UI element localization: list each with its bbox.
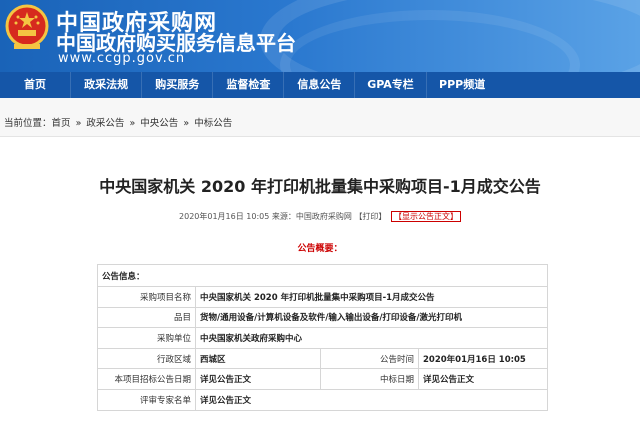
cell-label-publish-time: 公告时间 — [320, 347, 419, 370]
national-emblem-icon — [5, 4, 49, 49]
cell-value-purchaser: 中央国家机关政府采购中心 — [195, 327, 548, 349]
cell-label-category: 品目 — [97, 306, 196, 329]
table-row: 公告信息： — [97, 264, 548, 287]
cell-value-region: 西城区 — [195, 347, 321, 370]
nav-item-gpa[interactable]: GPA专栏 — [355, 72, 427, 98]
cell-value-bid-notice-date: 详见公告正文 — [195, 368, 321, 390]
nav-item-ppp[interactable]: PPP频道 — [427, 72, 498, 98]
cell-value-experts: 详见公告正文 — [195, 388, 548, 411]
main-nav: 首页 政采法规 购买服务 监督检查 信息公告 GPA专栏 PPP频道 — [0, 72, 640, 98]
cell-value-award-date: 详见公告正文 — [418, 368, 548, 390]
cell-label-project-name: 采购项目名称 — [97, 286, 196, 308]
article-content: 中央国家机关 2020 年打印机批量集中采购项目-1月成交公告 2020年01月… — [0, 136, 640, 422]
nav-item-home[interactable]: 首页 — [0, 72, 72, 98]
breadcrumb-separator: » — [75, 118, 82, 129]
cell-value-publish-time: 2020年01月16日 10:05 — [418, 347, 548, 370]
nav-item-supervision[interactable]: 监督检查 — [213, 72, 285, 98]
table-row: 本项目招标公告日期 详见公告正文 中标日期 详见公告正文 — [97, 368, 548, 390]
table-header: 公告信息： — [97, 264, 548, 287]
announcement-info-table: 公告信息： 采购项目名称 中央国家机关 2020 年打印机批量集中采购项目-1月… — [97, 264, 548, 411]
table-row: 品目 货物/通用设备/计算机设备及软件/输入输出设备/打印设备/激光打印机 — [97, 306, 548, 329]
cell-value-project-name: 中央国家机关 2020 年打印机批量集中采购项目-1月成交公告 — [195, 286, 548, 308]
site-header: 中国政府采购网 中国政府购买服务信息平台 www.ccgp.gov.cn — [0, 0, 640, 72]
article-meta: 2020年01月16日 10:05 来源：中国政府采购网 【打印】 【显示公告正… — [0, 211, 640, 222]
nav-item-regulations[interactable]: 政采法规 — [71, 72, 143, 98]
breadcrumb-item-central[interactable]: 中央公告 — [140, 118, 178, 129]
table-row: 采购单位 中央国家机关政府采购中心 — [97, 327, 548, 349]
breadcrumb-prefix: 当前位置： — [4, 118, 52, 129]
article-title: 中央国家机关 2020 年打印机批量集中采购项目-1月成交公告 — [99, 177, 541, 196]
show-announcement-button[interactable]: 【显示公告正文】 — [390, 211, 461, 222]
table-row: 行政区域 西城区 公告时间 2020年01月16日 10:05 — [97, 347, 548, 370]
breadcrumb-item-home[interactable]: 首页 — [52, 118, 71, 129]
cell-label-bid-notice-date: 本项目招标公告日期 — [97, 368, 196, 390]
breadcrumb: 当前位置：首页 » 政采公告 » 中央公告 » 中标公告 — [4, 115, 232, 129]
breadcrumb-item-announcements[interactable]: 政采公告 — [86, 118, 124, 129]
article-date: 2020年01月16日 10:05 — [179, 212, 270, 221]
nav-item-announcements[interactable]: 信息公告 — [284, 72, 356, 98]
cell-label-purchaser: 采购单位 — [97, 327, 196, 349]
cell-label-region: 行政区域 — [97, 347, 196, 370]
table-row: 采购项目名称 中央国家机关 2020 年打印机批量集中采购项目-1月成交公告 — [97, 286, 548, 308]
cell-label-experts: 评审专家名单 — [97, 388, 196, 411]
breadcrumb-separator: » — [129, 118, 136, 129]
nav-item-purchase-services[interactable]: 购买服务 — [142, 72, 214, 98]
site-domain: www.ccgp.gov.cn — [58, 51, 186, 66]
cell-label-award-date: 中标日期 — [320, 368, 419, 390]
breadcrumb-item-award[interactable]: 中标公告 — [194, 118, 232, 129]
print-link[interactable]: 【打印】 — [354, 212, 386, 221]
breadcrumb-separator: » — [183, 118, 190, 129]
cell-value-category: 货物/通用设备/计算机设备及软件/输入输出设备/打印设备/激光打印机 — [195, 306, 548, 329]
article-source: 来源：中国政府采购网 — [271, 212, 352, 221]
summary-label: 公告概要： — [297, 244, 343, 254]
table-row: 评审专家名单 详见公告正文 — [97, 388, 548, 411]
